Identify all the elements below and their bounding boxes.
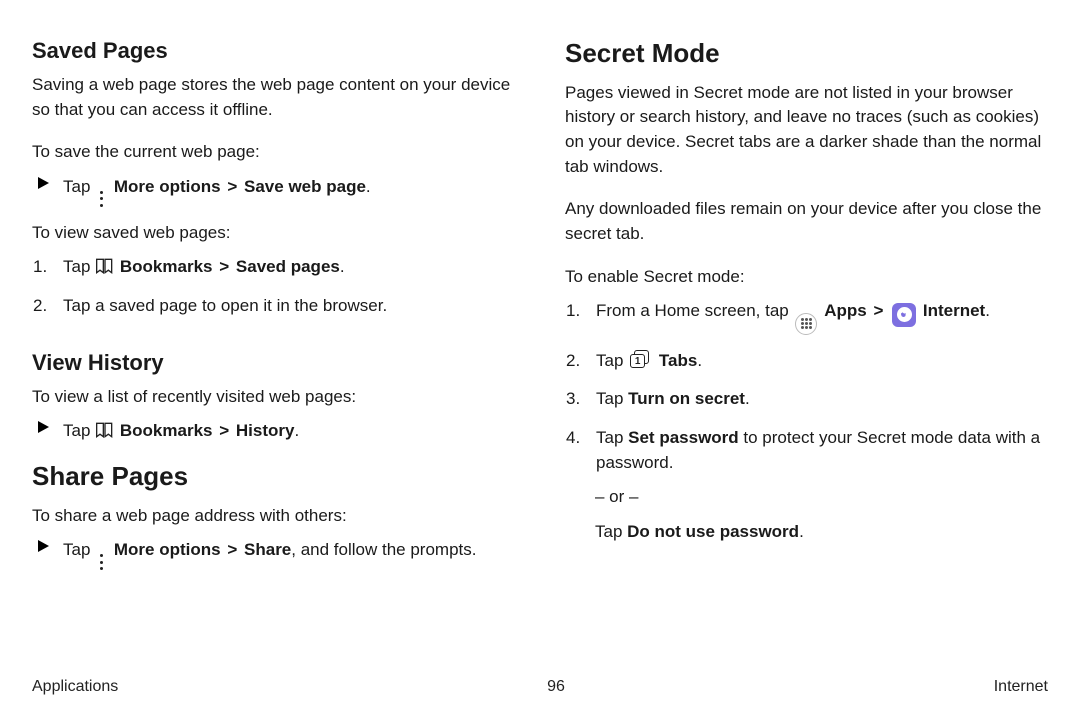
text: Tap (63, 177, 90, 196)
set-password-label: Set password (628, 428, 739, 447)
breadcrumb-sep: > (227, 538, 237, 563)
save-web-page-label: Save web page (244, 177, 366, 196)
heading-secret-mode: Secret Mode (565, 35, 1048, 73)
list-number: 3. (566, 387, 586, 412)
text: Tap (596, 428, 628, 447)
more-options-label: More options (114, 177, 221, 196)
footer-page-number: 96 (547, 675, 565, 698)
view-step-2: 2. Tap a saved page to open it in the br… (32, 294, 515, 319)
more-options-icon (96, 191, 106, 207)
view-step-1: 1. Tap Bookmarks > Saved pages. (32, 255, 515, 280)
breadcrumb-sep: > (219, 419, 229, 444)
secret-step-3: 3. Tap Turn on secret. (565, 387, 1048, 412)
bookmarks-label: Bookmarks (120, 421, 213, 440)
list-number: 2. (33, 294, 53, 319)
tabs-icon: 1 (630, 350, 652, 370)
internet-icon (892, 303, 916, 327)
internet-label: Internet (923, 301, 985, 320)
secret-step-alt: Tap Do not use password. (565, 520, 1048, 545)
text: From a Home screen, tap (596, 301, 789, 320)
breadcrumb-sep: > (873, 299, 883, 324)
text: Tap a saved page to open it in the brows… (63, 294, 515, 319)
list-number: 1. (33, 255, 53, 280)
text: . (366, 177, 371, 196)
text: Tap (596, 351, 623, 370)
text: . (799, 522, 804, 541)
secret-step-4: 4. Tap Set password to protect your Secr… (565, 426, 1048, 475)
bookmarks-icon (95, 257, 115, 276)
apps-label: Apps (824, 301, 867, 320)
list-number: 2. (566, 349, 586, 374)
heading-saved-pages: Saved Pages (32, 35, 515, 67)
secret-mode-p2: Any downloaded files remain on your devi… (565, 197, 1048, 246)
text: Tap (63, 540, 90, 559)
text: . (294, 421, 299, 440)
text: Tap (595, 522, 627, 541)
saved-pages-desc: Saving a web page stores the web page co… (32, 73, 515, 122)
text: , and follow the prompts. (291, 540, 476, 559)
list-number: 4. (566, 426, 586, 451)
text: Tap (63, 421, 90, 440)
text: Tap (596, 389, 628, 408)
more-options-icon (96, 554, 106, 570)
more-options-label: More options (114, 540, 221, 559)
right-column: Secret Mode Pages viewed in Secret mode … (565, 35, 1048, 655)
tabs-label: Tabs (659, 351, 697, 370)
secret-mode-p1: Pages viewed in Secret mode are not list… (565, 81, 1048, 180)
turn-on-secret-label: Turn on secret (628, 389, 745, 408)
triangle-bullet-icon (33, 538, 53, 552)
list-number: 1. (566, 299, 586, 324)
heading-share-pages: Share Pages (32, 458, 515, 496)
share-pages-lead: To share a web page address with others: (32, 504, 515, 529)
share-label: Share (244, 540, 291, 559)
or-separator: – or – (565, 485, 1048, 510)
share-step: Tap More options > Share, and follow the… (32, 538, 515, 570)
breadcrumb-sep: > (219, 255, 229, 280)
triangle-bullet-icon (33, 419, 53, 433)
bookmarks-icon (95, 421, 115, 440)
history-step: Tap Bookmarks > History. (32, 419, 515, 444)
text: . (745, 389, 750, 408)
saved-pages-label: Saved pages (236, 257, 340, 276)
history-label: History (236, 421, 295, 440)
to-save-lead: To save the current web page: (32, 140, 515, 165)
triangle-bullet-icon (33, 175, 53, 189)
secret-step-2: 2. Tap 1 Tabs. (565, 349, 1048, 374)
footer-right: Internet (994, 675, 1048, 698)
page-footer: Applications 96 Internet (32, 675, 1048, 698)
to-view-lead: To view saved web pages: (32, 221, 515, 246)
save-step: Tap More options > Save web page. (32, 175, 515, 207)
text: . (697, 351, 702, 370)
apps-icon (795, 313, 817, 335)
left-column: Saved Pages Saving a web page stores the… (32, 35, 515, 655)
page-columns: Saved Pages Saving a web page stores the… (32, 35, 1048, 655)
footer-left: Applications (32, 675, 118, 698)
bookmarks-label: Bookmarks (120, 257, 213, 276)
view-history-lead: To view a list of recently visited web p… (32, 385, 515, 410)
text: . (985, 301, 990, 320)
enable-secret-lead: To enable Secret mode: (565, 265, 1048, 290)
heading-view-history: View History (32, 347, 515, 379)
text: Tap (63, 257, 90, 276)
text: . (340, 257, 345, 276)
secret-step-1: 1. From a Home screen, tap Apps > Intern… (565, 299, 1048, 335)
breadcrumb-sep: > (227, 175, 237, 200)
do-not-use-password-label: Do not use password (627, 522, 799, 541)
